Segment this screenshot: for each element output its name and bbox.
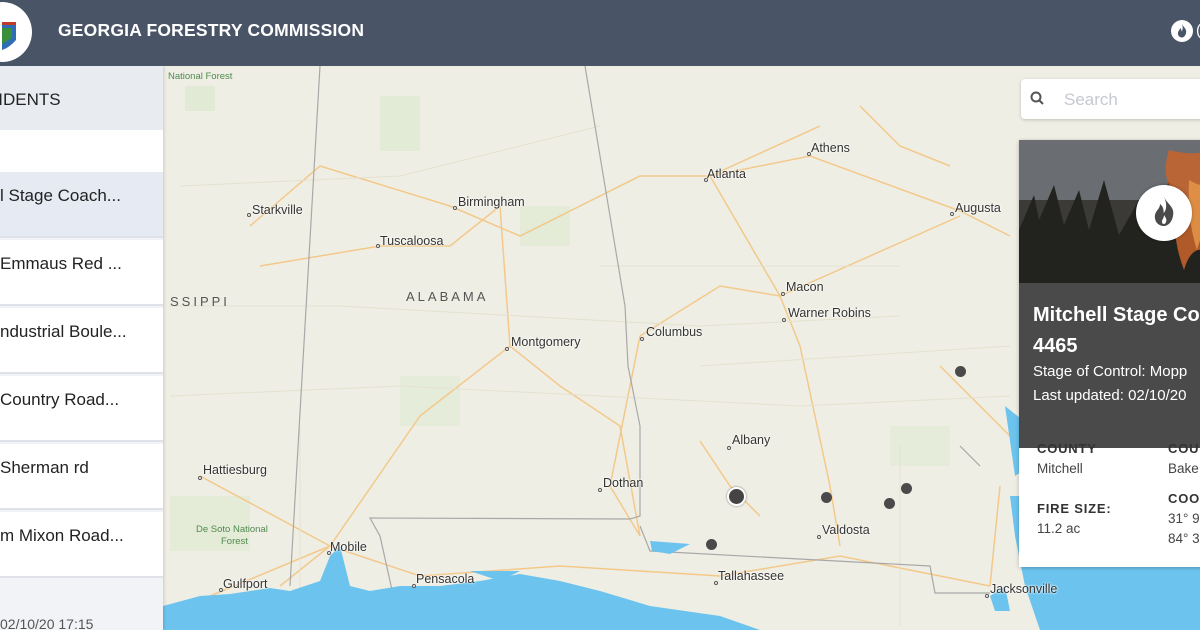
fire-marker-selected[interactable] <box>727 487 746 506</box>
last-refresh-timestamp: 02/10/20 17:15 <box>0 616 94 630</box>
city-label: Tuscaloosa <box>380 234 444 248</box>
incident-list-item[interactable]: ndustrial Boule... <box>0 308 163 374</box>
last-updated: Last updated: 02/10/20 <box>1033 387 1187 404</box>
incident-list-item[interactable]: Emmaus Red ... <box>0 240 163 306</box>
incident-title-line1: Mitchell Stage Co <box>1033 304 1200 326</box>
incident-title-line2: 4465 <box>1033 335 1078 357</box>
fire-marker[interactable] <box>706 539 717 550</box>
fire-marker[interactable] <box>884 498 895 509</box>
incidents-sidebar: CIDENTS nts l Stage Coach... Emmaus Red … <box>0 66 163 630</box>
gfc-logo[interactable] <box>0 2 32 62</box>
city-label: Starkville <box>252 203 303 217</box>
city-dot <box>505 347 509 351</box>
fire-marker[interactable] <box>901 483 912 494</box>
city-label: Macon <box>786 280 824 294</box>
incident-name: Emmaus Red ... <box>0 254 122 273</box>
county-value: Mitchell <box>1037 461 1083 476</box>
sidebar-footer: 02/10/20 17:15 <box>0 580 163 630</box>
incident-name: l Stage Coach... <box>0 186 121 205</box>
city-label: Athens <box>811 141 850 155</box>
search-icon <box>1030 91 1044 105</box>
city-dot <box>453 206 457 210</box>
city-label: Hattiesburg <box>203 463 267 477</box>
map-search-input[interactable]: Search <box>1021 79 1200 119</box>
county-label: COU <box>1168 441 1200 456</box>
incident-name: m Mixon Road... <box>0 526 124 545</box>
forest-label: Forest <box>221 536 248 547</box>
incident-list-item[interactable]: m Mixon Road... <box>0 512 163 578</box>
city-dot <box>247 213 251 217</box>
incident-list-item[interactable]: Country Road... <box>0 376 163 442</box>
fire-size-label: FIRE SIZE: <box>1037 501 1112 516</box>
incident-name: Country Road... <box>0 390 120 409</box>
app-title: GEORGIA FORESTRY COMMISSION <box>58 20 365 40</box>
fire-size-value: 11.2 ac <box>1037 521 1081 536</box>
city-dot <box>781 292 785 296</box>
city-label: Albany <box>732 433 771 447</box>
incident-name: ndustrial Boule... <box>0 322 127 341</box>
city-label: Jacksonville <box>990 582 1058 596</box>
city-label: Montgomery <box>511 335 581 349</box>
state-label-mississippi: SSIPPI <box>170 294 230 309</box>
header-right-text[interactable]: ( <box>1196 22 1200 39</box>
county-label: COUNTY <box>1037 441 1097 456</box>
city-label: Gulfport <box>223 577 268 591</box>
city-label: Augusta <box>955 201 1001 215</box>
app-header: GEORGIA FORESTRY COMMISSION ( <box>0 0 1200 66</box>
incident-photo <box>1019 140 1200 283</box>
city-dot <box>640 337 644 341</box>
city-dot <box>950 212 954 216</box>
incident-detail-card: Mitchell Stage Co 4465 Stage of Control:… <box>1019 140 1200 567</box>
fire-marker[interactable] <box>821 492 832 503</box>
state-label-alabama: ALABAMA <box>406 289 489 304</box>
city-label: Atlanta <box>707 167 746 181</box>
incident-list-item[interactable]: l Stage Coach... <box>0 172 163 238</box>
incident-name: Sherman rd <box>0 458 89 477</box>
city-dot <box>817 535 821 539</box>
search-placeholder: Search <box>1064 90 1118 109</box>
city-label: Columbus <box>646 325 703 339</box>
fire-marker[interactable] <box>955 366 966 377</box>
city-dot <box>598 488 602 492</box>
city-dot <box>782 318 786 322</box>
city-dot <box>727 446 731 450</box>
city-label: Valdosta <box>822 523 870 537</box>
incident-list-item[interactable]: Sherman rd <box>0 444 163 510</box>
incident-card-header: Mitchell Stage Co 4465 Stage of Control:… <box>1019 283 1200 448</box>
city-dot <box>985 594 989 598</box>
sidebar-title: CIDENTS <box>0 90 61 109</box>
city-label: Mobile <box>330 540 367 554</box>
coordinates-label: COO <box>1168 491 1200 506</box>
city-dot <box>198 476 202 480</box>
city-label: Pensacola <box>416 572 475 586</box>
sidebar-search-input[interactable]: nts <box>0 130 163 172</box>
city-label: Warner Robins <box>788 306 871 320</box>
forest-label: De Soto National <box>196 524 268 535</box>
fire-icon[interactable] <box>1171 20 1193 42</box>
fire-icon <box>1136 185 1192 241</box>
city-label: Dothan <box>603 476 644 490</box>
coordinates-value: 31° 9 <box>1168 511 1200 526</box>
sidebar-header: CIDENTS <box>0 66 163 130</box>
county-value: Bake <box>1168 461 1199 476</box>
forest-label: National Forest <box>168 71 233 82</box>
incident-title: Mitchell Stage Co 4465 <box>1033 300 1200 362</box>
city-label: Tallahassee <box>718 569 785 583</box>
stage-of-control: Stage of Control: Mopp <box>1033 363 1188 380</box>
coordinates-value: 84° 3 <box>1168 531 1200 546</box>
city-label: Birmingham <box>458 195 525 209</box>
